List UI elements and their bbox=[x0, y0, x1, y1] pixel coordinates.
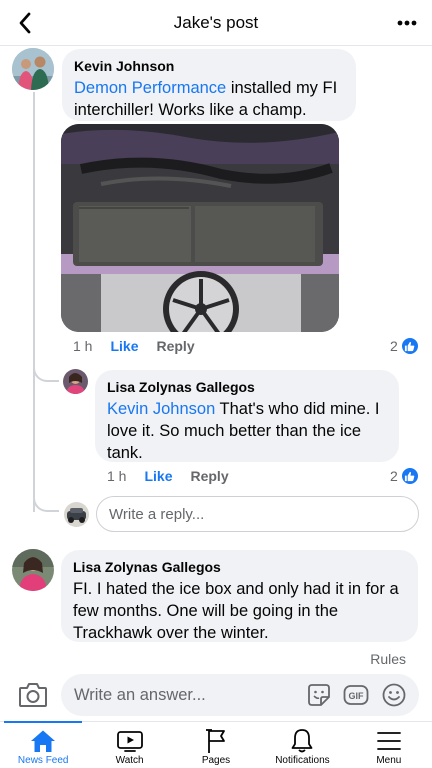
reaction-summary[interactable]: 2 bbox=[390, 467, 419, 485]
more-options-icon[interactable] bbox=[394, 11, 420, 35]
bottom-tab-bar: News Feed Watch Pages Notifications Menu bbox=[0, 721, 432, 768]
reaction-summary[interactable]: 2 bbox=[390, 337, 419, 355]
mention-link[interactable]: Demon Performance bbox=[74, 79, 226, 97]
answer-input[interactable]: Write an answer... GIF bbox=[61, 674, 419, 716]
tab-label: Notifications bbox=[275, 755, 330, 766]
home-icon bbox=[29, 728, 57, 754]
comment-text: Demon Performance installed my FI interc… bbox=[74, 79, 338, 119]
like-reaction-icon bbox=[400, 467, 419, 485]
camera-icon[interactable] bbox=[18, 681, 48, 709]
comment-author[interactable]: Lisa Zolynas Gallegos bbox=[73, 559, 406, 575]
like-button[interactable]: Like bbox=[110, 338, 138, 354]
menu-icon bbox=[375, 728, 403, 754]
comment-bubble[interactable]: Lisa Zolynas Gallegos FI. I hated the ic… bbox=[61, 550, 418, 642]
tab-label: News Feed bbox=[17, 755, 69, 766]
thread-line bbox=[33, 92, 35, 512]
comment-author[interactable]: Kevin Johnson bbox=[74, 58, 344, 74]
comment-text: FI. I hated the ice box and only had it … bbox=[73, 580, 399, 642]
top-bar: Jake's post bbox=[0, 0, 432, 46]
rules-link[interactable]: Rules bbox=[370, 651, 406, 667]
mention-link[interactable]: Kevin Johnson bbox=[107, 400, 215, 418]
thread-branch bbox=[33, 490, 59, 512]
thread-branch bbox=[33, 360, 59, 382]
reaction-count: 2 bbox=[390, 468, 398, 484]
comment-text: Kevin Johnson That's who did mine. I lov… bbox=[107, 400, 380, 462]
reply-button[interactable]: Reply bbox=[190, 468, 228, 484]
tab-menu[interactable]: Menu bbox=[346, 722, 432, 768]
timestamp: 1 h bbox=[73, 338, 93, 354]
page-title: Jake's post bbox=[173, 12, 259, 32]
answer-placeholder: Write an answer... bbox=[74, 685, 206, 704]
back-arrow-icon[interactable] bbox=[12, 9, 38, 37]
avatar[interactable] bbox=[63, 369, 88, 394]
reply-button[interactable]: Reply bbox=[156, 338, 194, 354]
comment-actions: 1 h Like Reply bbox=[107, 468, 229, 484]
timestamp: 1 h bbox=[107, 468, 127, 484]
tab-news-feed[interactable]: News Feed bbox=[0, 721, 86, 768]
tab-label: Pages bbox=[201, 755, 231, 766]
emoji-icon[interactable] bbox=[381, 682, 407, 708]
tab-watch[interactable]: Watch bbox=[86, 722, 172, 768]
avatar bbox=[64, 502, 89, 527]
tab-label: Watch bbox=[115, 755, 144, 766]
reply-input[interactable]: Write a reply... bbox=[96, 496, 419, 532]
comment-actions: 1 h Like Reply bbox=[73, 338, 195, 354]
sticker-icon[interactable] bbox=[306, 682, 332, 708]
comment-bubble[interactable]: Lisa Zolynas Gallegos Kevin Johnson That… bbox=[95, 370, 399, 462]
avatar[interactable] bbox=[12, 549, 54, 591]
bell-icon bbox=[288, 728, 316, 754]
flag-icon bbox=[202, 728, 230, 754]
avatar[interactable] bbox=[12, 48, 54, 90]
svg-text:GIF: GIF bbox=[349, 691, 365, 701]
comment-author[interactable]: Lisa Zolynas Gallegos bbox=[107, 379, 387, 395]
reaction-count: 2 bbox=[390, 338, 398, 354]
watch-icon bbox=[116, 728, 144, 754]
tab-pages[interactable]: Pages bbox=[173, 722, 259, 768]
like-reaction-icon bbox=[400, 337, 419, 355]
like-button[interactable]: Like bbox=[144, 468, 172, 484]
tab-label: Menu bbox=[376, 755, 402, 766]
gif-icon[interactable]: GIF bbox=[343, 682, 369, 708]
tab-notifications[interactable]: Notifications bbox=[259, 722, 345, 768]
comment-photo[interactable] bbox=[61, 124, 339, 332]
comment-bubble[interactable]: Kevin Johnson Demon Performance installe… bbox=[62, 49, 356, 121]
reply-placeholder: Write a reply... bbox=[109, 505, 205, 523]
